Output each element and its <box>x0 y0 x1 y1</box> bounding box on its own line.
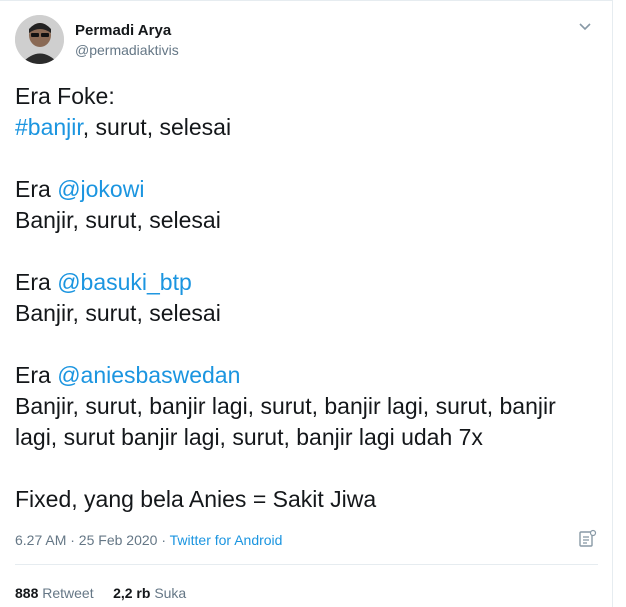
tweet-meta: 6.27 AM · 25 Feb 2020 · Twitter for Andr… <box>15 532 282 548</box>
retweets-label: Retweet <box>42 585 94 601</box>
tweet-line-text: Era <box>15 176 58 202</box>
mention-link[interactable]: @basuki_btp <box>57 269 192 295</box>
tweet-line: Fixed, yang bela Anies = Sakit Jiwa <box>15 486 377 512</box>
tweet-line: Era @jokowi <box>15 174 595 205</box>
tweet-stats: 888 Retweet 2,2 rb Suka <box>15 585 186 601</box>
hashtag-link[interactable]: #banjir <box>15 114 83 140</box>
tweet-text: Era Foke: #banjir, surut, selesai Era @j… <box>15 81 595 515</box>
likes-label: Suka <box>154 585 187 601</box>
tweet-line: Era Foke: <box>15 83 115 109</box>
author-name[interactable]: Permadi Arya <box>75 22 171 39</box>
analytics-icon[interactable] <box>577 529 597 549</box>
likes-stat[interactable]: 2,2 rb Suka <box>113 585 186 601</box>
tweet-line: Era @aniesbaswedan <box>15 360 595 391</box>
divider <box>15 564 598 565</box>
retweets-count: 888 <box>15 585 39 601</box>
timestamp[interactable]: 6.27 AM · 25 Feb 2020 · <box>15 532 170 548</box>
tweet-line: Banjir, surut, banjir lagi, surut, banji… <box>15 393 556 419</box>
tweet-line-text: Era <box>15 269 58 295</box>
user-avatar-icon <box>15 15 64 64</box>
retweets-stat[interactable]: 888 Retweet <box>15 585 94 601</box>
tweet-line-text: Era <box>15 362 58 388</box>
author-handle[interactable]: @permadiaktivis <box>75 42 179 58</box>
mention-link[interactable]: @jokowi <box>57 176 144 202</box>
chevron-down-icon[interactable] <box>578 19 592 33</box>
tweet-line: #banjir, surut, selesai <box>15 112 595 143</box>
tweet-card: Permadi Arya @permadiaktivis Era Foke: #… <box>0 0 613 607</box>
avatar[interactable] <box>15 15 64 64</box>
tweet-line: lagi, surut banjir lagi, surut, banjir l… <box>15 424 483 450</box>
mention-link[interactable]: @aniesbaswedan <box>57 362 240 388</box>
likes-count: 2,2 rb <box>113 585 151 601</box>
tweet-line: Banjir, surut, selesai <box>15 300 221 326</box>
source-link[interactable]: Twitter for Android <box>170 532 283 548</box>
tweet-line-text: , surut, selesai <box>82 114 232 140</box>
tweet-line: Banjir, surut, selesai <box>15 207 221 233</box>
tweet-line: Era @basuki_btp <box>15 267 595 298</box>
